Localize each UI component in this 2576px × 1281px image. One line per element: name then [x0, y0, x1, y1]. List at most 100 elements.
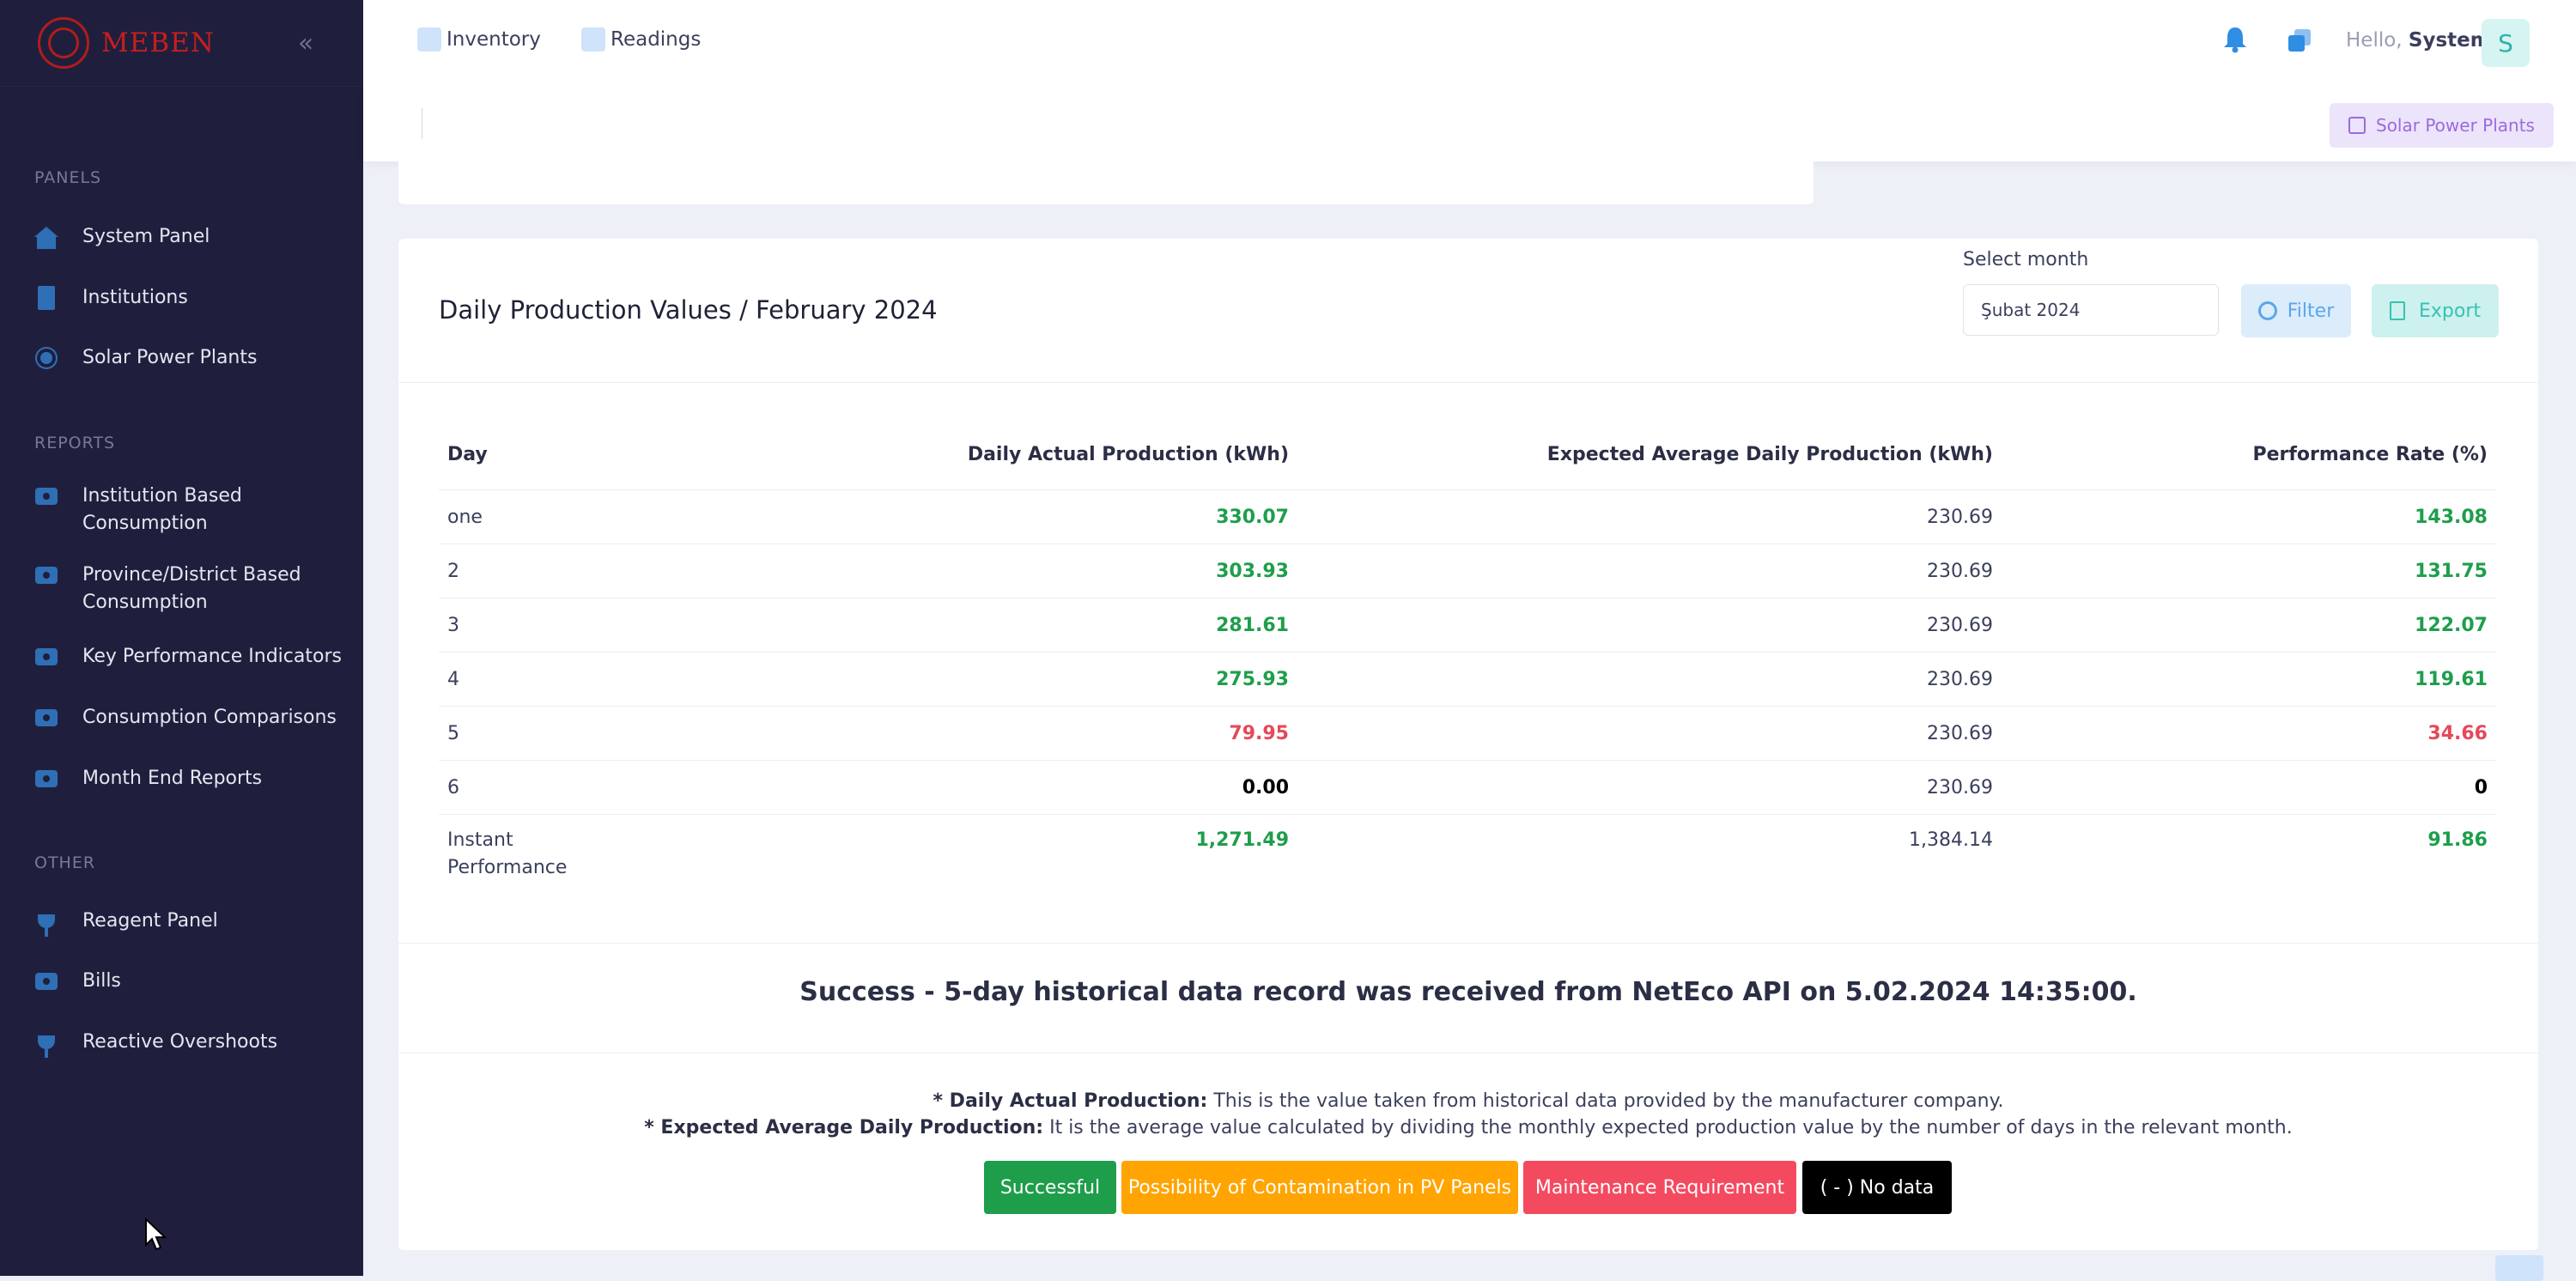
table-row: 6 0.00 230.69 0 — [439, 760, 2496, 815]
cell-actual: 281.61 — [714, 598, 1297, 653]
filter-button[interactable]: Filter — [2241, 284, 2351, 337]
scroll-to-top-button[interactable] — [2495, 1255, 2543, 1281]
sidebar-item-solar-power-plants[interactable]: Solar Power Plants — [34, 344, 343, 372]
plug-icon — [34, 909, 58, 937]
solar-power-plants-button[interactable]: Solar Power Plants — [2330, 103, 2554, 148]
readings-icon — [581, 27, 605, 52]
column-header-day: Day — [447, 443, 488, 465]
report-icon — [34, 484, 58, 508]
section-title-panels: PANELS — [34, 168, 102, 187]
sidebar-item-province-district-consumption[interactable]: Province/District Based Consumption — [34, 562, 343, 616]
report-icon — [34, 563, 58, 587]
legend-no-data: ( - ) No data — [1802, 1161, 1952, 1214]
sidebar-item-consumption-comparisons[interactable]: Consumption Comparisons — [34, 704, 343, 732]
cell-day: 2 — [439, 543, 714, 598]
house-icon — [34, 225, 58, 249]
cell-day: 3 — [439, 598, 714, 653]
sun-icon — [34, 346, 58, 370]
cell-day: one — [439, 489, 714, 544]
avatar[interactable]: S — [2482, 19, 2530, 67]
cell-expected: 230.69 — [1297, 543, 2002, 598]
sidebar: MEBEN « PANELS System Panel Institutions… — [0, 0, 363, 1276]
note-text: It is the average value calculated by di… — [1043, 1117, 2293, 1138]
success-message: Success - 5-day historical data record w… — [799, 977, 2137, 1007]
cell-actual: 0.00 — [714, 760, 1297, 815]
user-greeting[interactable]: Hello, System — [2346, 29, 2491, 52]
legend-maintenance: Maintenance Requirement — [1523, 1161, 1796, 1214]
note-term: * Daily Actual Production: — [933, 1090, 1208, 1112]
cell-rate: 34.66 — [2002, 706, 2496, 761]
user-name: System — [2408, 29, 2491, 52]
month-input[interactable] — [1963, 284, 2219, 336]
sidebar-item-label: Reactive Overshoots — [82, 1031, 278, 1053]
cell-rate: 122.07 — [2002, 598, 2496, 653]
sidebar-item-label: Solar Power Plants — [82, 347, 258, 368]
table-row: 3 281.61 230.69 122.07 — [439, 598, 2496, 653]
total-label-line1: Instant — [447, 829, 513, 851]
export-label: Export — [2418, 300, 2481, 322]
report-icon — [34, 969, 58, 993]
sidebar-item-label: Key Performance Indicators — [82, 646, 342, 667]
section-title-other: OTHER — [34, 853, 96, 872]
sidebar-item-label: System Panel — [82, 226, 210, 247]
cell-actual: 303.93 — [714, 543, 1297, 598]
note-term: * Expected Average Daily Production: — [644, 1117, 1044, 1138]
divider — [398, 943, 2538, 944]
export-button[interactable]: Export — [2372, 284, 2499, 337]
search-icon — [2257, 301, 2277, 320]
sidebar-item-institutions[interactable]: Institutions — [34, 284, 343, 312]
sidebar-item-month-end-reports[interactable]: Month End Reports — [34, 765, 343, 792]
top-link-label: Inventory — [447, 28, 541, 51]
collapse-sidebar-icon[interactable]: « — [289, 26, 323, 60]
filter-label: Filter — [2287, 300, 2335, 322]
cell-rate: 143.08 — [2002, 489, 2496, 544]
button-label: Solar Power Plants — [2376, 115, 2535, 136]
sidebar-item-system-panel[interactable]: System Panel — [34, 223, 343, 251]
sidebar-item-key-performance-indicators[interactable]: Key Performance Indicators — [34, 643, 343, 671]
copy-icon[interactable] — [2287, 27, 2312, 53]
cell-actual: 1,271.49 — [714, 814, 1297, 895]
bell-icon[interactable] — [2222, 26, 2248, 53]
column-header-rate: Performance Rate (%) — [2252, 443, 2488, 465]
building-icon — [34, 286, 58, 310]
production-table: Day Daily Actual Production (kWh) Expect… — [439, 419, 2496, 895]
cell-expected: 230.69 — [1297, 652, 2002, 707]
sub-header: Solar Power Plants — [363, 86, 2576, 161]
table-row: 4 275.93 230.69 119.61 — [439, 652, 2496, 707]
cell-rate: 119.61 — [2002, 652, 2496, 707]
card-title: Daily Production Values / February 2024 — [439, 295, 938, 325]
logo-icon — [38, 17, 89, 69]
top-link-readings[interactable]: Readings — [581, 27, 701, 52]
cell-rate: 131.75 — [2002, 543, 2496, 598]
sidebar-item-reactive-overshoots[interactable]: Reactive Overshoots — [34, 1029, 343, 1058]
total-label-line2: Performance — [447, 857, 568, 878]
cell-actual: 330.07 — [714, 489, 1297, 544]
report-icon — [34, 645, 58, 669]
note-expected-production: * Expected Average Daily Production: It … — [398, 1117, 2538, 1138]
divider — [398, 382, 2538, 383]
sidebar-item-label: Month End Reports — [82, 768, 263, 789]
sidebar-item-reagent-panel[interactable]: Reagent Panel — [34, 908, 343, 937]
table-total-row: Instant Performance 1,271.49 1,384.14 91… — [439, 814, 2496, 895]
note-actual-production: * Daily Actual Production: This is the v… — [398, 1090, 2538, 1112]
cell-day: 4 — [439, 652, 714, 707]
top-link-label: Readings — [611, 28, 702, 51]
sidebar-item-label: Bills — [82, 970, 121, 992]
mouse-cursor-icon — [145, 1217, 167, 1251]
report-icon — [34, 706, 58, 730]
sidebar-item-label: Reagent Panel — [82, 910, 218, 932]
plug-icon — [34, 1030, 58, 1058]
table-row: one 330.07 230.69 143.08 — [439, 489, 2496, 544]
sidebar-item-bills[interactable]: Bills — [34, 968, 343, 995]
cell-expected: 230.69 — [1297, 489, 2002, 544]
cell-day: 5 — [439, 706, 714, 761]
report-icon — [34, 767, 58, 791]
sidebar-item-label: Consumption Comparisons — [82, 707, 337, 728]
table-row: 5 79.95 230.69 34.66 — [439, 706, 2496, 761]
top-link-inventory[interactable]: Inventory — [417, 27, 541, 52]
sidebar-item-institution-based-consumption[interactable]: Institution Based Consumption — [34, 483, 343, 537]
previous-card — [398, 161, 1814, 204]
cell-actual: 275.93 — [714, 652, 1297, 707]
column-header-actual: Daily Actual Production (kWh) — [967, 443, 1289, 465]
cell-actual: 79.95 — [714, 706, 1297, 761]
